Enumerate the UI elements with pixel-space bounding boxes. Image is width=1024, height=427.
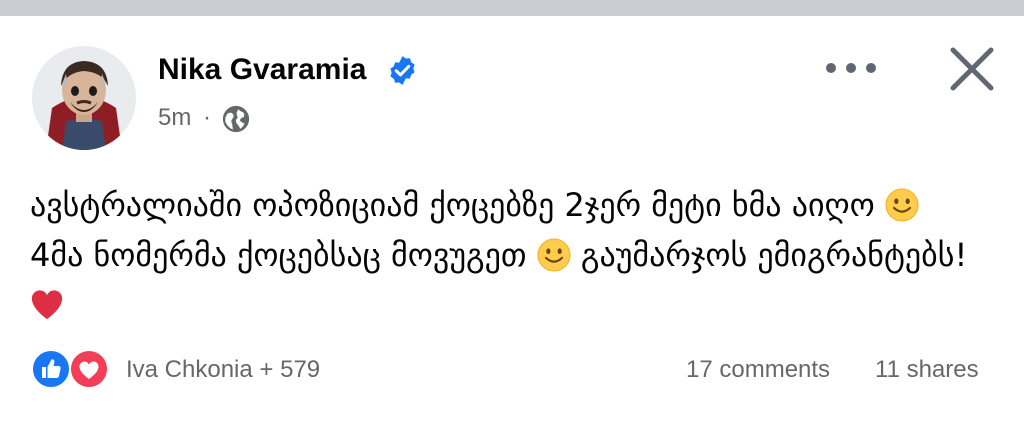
smiling-face-emoji-icon	[537, 238, 571, 272]
post-text-part-3: გაუმარჯოს ემიგრანტებს!	[570, 236, 968, 274]
avatar[interactable]	[32, 46, 136, 150]
reaction-icons[interactable]	[30, 348, 112, 390]
red-heart-emoji-icon	[31, 290, 63, 320]
comments-count[interactable]: 17 comments	[686, 355, 830, 385]
post-text: ავსტრალიაში ოპოზიციამ ქოცებზე 2ჯერ მეტი …	[30, 180, 970, 330]
meta-separator: ·	[203, 104, 211, 131]
post-text-part-2: 4მა ნომერმა ქოცებსაც მოვუგეთ	[30, 236, 537, 274]
post-time[interactable]: 5m	[158, 104, 191, 132]
smiling-face-emoji-icon	[885, 188, 919, 222]
verified-badge-icon	[390, 56, 415, 85]
post-text-part-1: ავსტრალიაში ოპოზიციამ ქოცებზე 2ჯერ მეტი …	[30, 186, 885, 224]
author-name[interactable]: Nika Gvaramia	[158, 52, 366, 88]
like-icon	[31, 349, 71, 389]
reaction-names[interactable]: Iva Chkonia + 579	[126, 355, 320, 385]
avatar-image	[32, 46, 136, 150]
shares-count[interactable]: 11 shares	[875, 355, 979, 385]
top-divider	[0, 0, 1024, 16]
globe-icon	[222, 105, 250, 133]
more-options-icon[interactable]	[822, 52, 880, 84]
love-icon	[69, 349, 109, 389]
close-icon[interactable]	[947, 44, 997, 94]
